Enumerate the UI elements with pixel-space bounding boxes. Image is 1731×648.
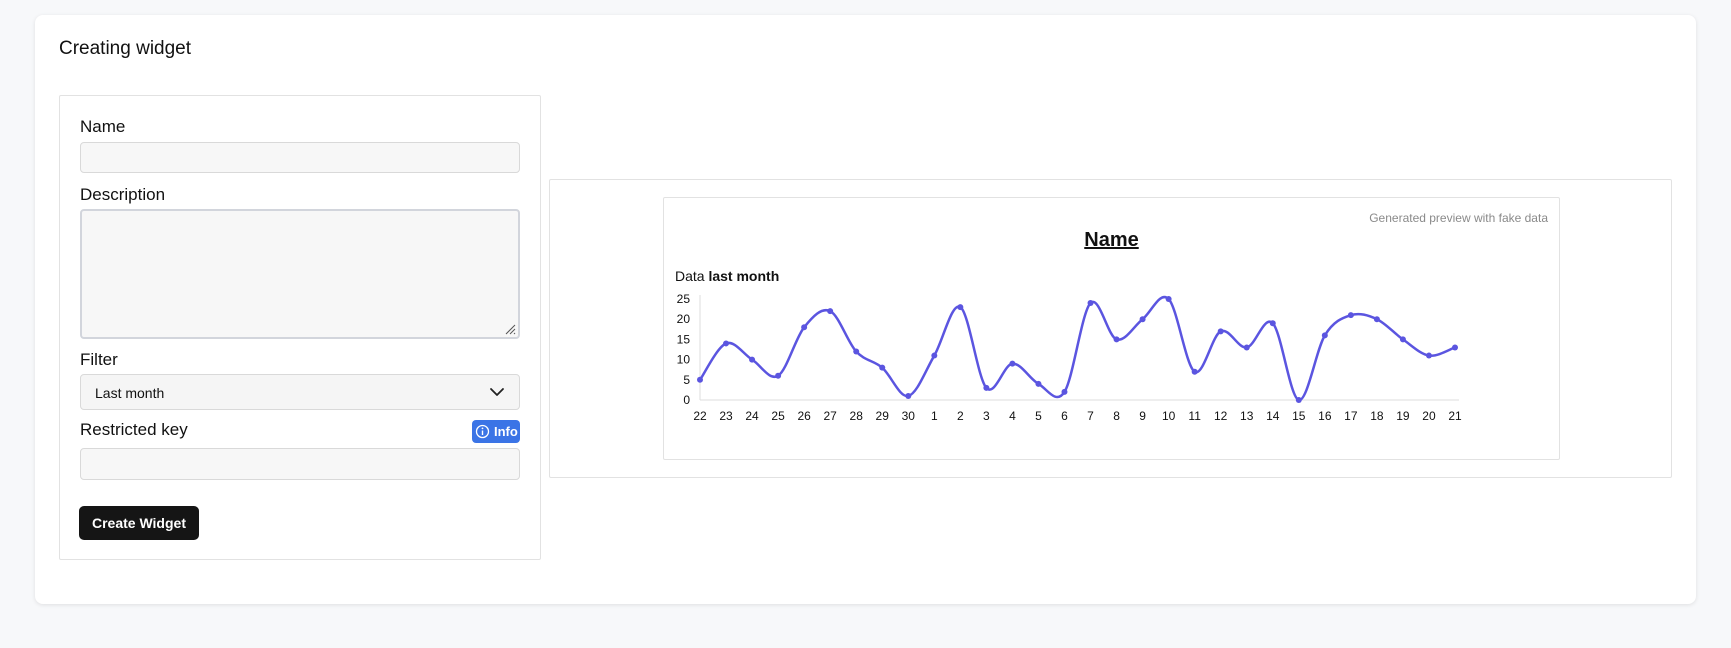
x-tick-label: 12 <box>1214 409 1228 423</box>
page-title: Creating widget <box>59 38 192 59</box>
y-tick-label: 25 <box>677 292 691 306</box>
data-point <box>1035 380 1042 387</box>
name-label: Name <box>80 117 126 136</box>
y-tick-label: 15 <box>677 332 691 346</box>
data-point <box>1009 360 1016 367</box>
x-tick-label: 5 <box>1035 409 1042 423</box>
x-tick-label: 14 <box>1266 409 1280 423</box>
data-point <box>1295 397 1302 403</box>
data-point <box>1139 316 1146 323</box>
x-tick-label: 8 <box>1113 409 1120 423</box>
chart-preview: Generated preview with fake data Name Da… <box>663 197 1560 460</box>
x-tick-label: 25 <box>771 409 785 423</box>
x-tick-label: 4 <box>1009 409 1016 423</box>
restricted-key-input[interactable] <box>80 448 520 480</box>
x-tick-label: 17 <box>1344 409 1358 423</box>
x-tick-label: 15 <box>1292 409 1306 423</box>
series-line <box>698 295 1456 402</box>
x-tick-label: 19 <box>1396 409 1410 423</box>
info-label: Info <box>494 424 518 439</box>
y-tick-label: 5 <box>683 373 690 387</box>
x-tick-label: 20 <box>1422 409 1436 423</box>
description-label: Description <box>80 185 166 204</box>
filter-select[interactable]: Last month <box>80 374 520 410</box>
data-point <box>723 340 730 347</box>
x-tick-label: 1 <box>931 409 938 423</box>
x-tick-label: 27 <box>823 409 837 423</box>
data-point <box>1243 344 1250 351</box>
x-tick-label: 22 <box>693 409 707 423</box>
preview-panel: Generated preview with fake data Name Da… <box>549 179 1672 478</box>
x-tick-label: 24 <box>745 409 759 423</box>
line-chart: 051015202522 23 24 25 26 27 28 29 30 1 2 3 4 5 6 7 8 9 10 1… <box>677 292 1462 423</box>
x-tick-label: 10 <box>1162 409 1176 423</box>
data-point <box>697 376 703 383</box>
data-point <box>983 384 990 391</box>
data-point <box>749 356 756 363</box>
data-point <box>827 308 834 315</box>
x-tick-label: 26 <box>797 409 811 423</box>
resize-handle-icon[interactable] <box>504 323 516 335</box>
chevron-down-icon <box>490 388 504 396</box>
x-tick-label: 11 <box>1188 409 1201 423</box>
create-widget-button[interactable]: Create Widget <box>79 506 199 540</box>
x-tick-label: 18 <box>1370 409 1384 423</box>
restricted-key-label: Restricted key <box>80 420 188 439</box>
data-point <box>801 324 808 331</box>
data-point <box>1113 336 1120 343</box>
data-point <box>1061 388 1068 395</box>
data-point <box>957 304 964 311</box>
name-input[interactable] <box>80 142 520 173</box>
x-tick-label: 6 <box>1061 409 1068 423</box>
data-point <box>1373 316 1380 323</box>
data-point <box>1165 296 1172 302</box>
data-point <box>1217 328 1224 335</box>
description-textarea[interactable] <box>80 209 520 339</box>
data-point <box>931 352 938 359</box>
data-point <box>1425 352 1432 359</box>
data-point <box>879 364 886 371</box>
x-tick-label: 3 <box>983 409 990 423</box>
x-tick-label: 23 <box>719 409 733 423</box>
widget-form: Name Description Filter Last month Restr… <box>59 95 541 560</box>
widget-card: Creating widget Name Description Filter … <box>35 15 1696 604</box>
info-icon <box>475 424 490 439</box>
data-point <box>775 372 782 379</box>
y-tick-label: 0 <box>683 393 690 407</box>
data-point <box>853 348 860 355</box>
x-tick-label: 13 <box>1240 409 1254 423</box>
data-point <box>1191 368 1198 375</box>
info-button[interactable]: Info <box>472 420 520 443</box>
x-tick-label: 16 <box>1318 409 1332 423</box>
data-point <box>1087 300 1094 307</box>
x-tick-label: 30 <box>902 409 916 423</box>
filter-label: Filter <box>80 350 118 369</box>
data-point <box>1269 320 1276 327</box>
data-point <box>1321 332 1328 339</box>
x-tick-label: 2 <box>957 409 964 423</box>
x-tick-label: 7 <box>1087 409 1094 423</box>
data-point <box>1347 312 1354 319</box>
x-tick-label: 9 <box>1139 409 1146 423</box>
filter-selected-value: Last month <box>95 385 165 401</box>
data-point <box>1399 336 1406 343</box>
x-tick-label: 29 <box>876 409 890 423</box>
data-point <box>1452 344 1458 351</box>
x-tick-label: 28 <box>850 409 864 423</box>
y-tick-label: 20 <box>677 312 691 326</box>
x-tick-label: 21 <box>1448 409 1462 423</box>
data-point <box>905 392 912 399</box>
y-tick-label: 10 <box>677 353 691 367</box>
